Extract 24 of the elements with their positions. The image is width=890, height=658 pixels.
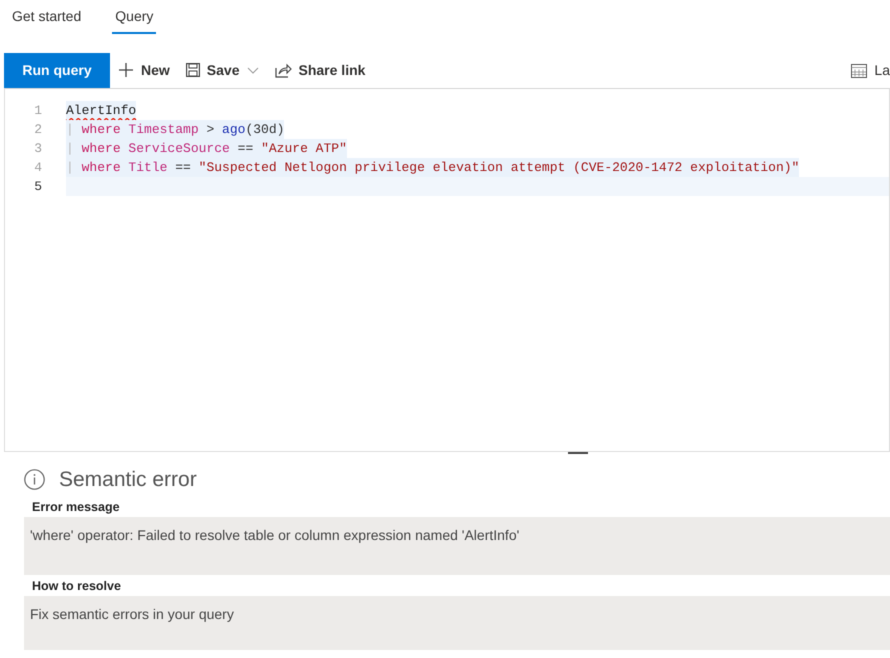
calendar-icon bbox=[851, 62, 868, 78]
message-box: Fix semantic errors in your query bbox=[24, 596, 890, 650]
line-number: 1 bbox=[33, 102, 43, 120]
time-range-button[interactable]: La bbox=[843, 60, 890, 80]
info-icon bbox=[24, 469, 45, 490]
splitter-handle[interactable] bbox=[568, 452, 588, 454]
save-button[interactable]: Save bbox=[178, 60, 266, 80]
tab[interactable]: Query bbox=[112, 4, 156, 34]
error-title: Semantic error bbox=[59, 467, 197, 493]
tab[interactable]: Get started bbox=[12, 4, 82, 34]
line-number: 4 bbox=[33, 159, 43, 177]
line-number: 2 bbox=[33, 121, 43, 139]
line-number: 5 bbox=[33, 178, 43, 196]
run-query-button[interactable]: Run query bbox=[4, 52, 110, 88]
query-editor[interactable]: 1 AlertInfo 2 | where Timestamp > ago(30d) 3 | where ServiceSource == "Azure ATP" 4 | where Title == "Suspected Netlogon privilege elevation attempt (CVE-2020-1472 exploitation)" 5 bbox=[4, 88, 890, 452]
plus-icon bbox=[118, 62, 134, 78]
save-icon bbox=[186, 63, 200, 77]
new-button[interactable]: New bbox=[110, 60, 178, 80]
message-box: 'where' operator: Failed to resolve table or column expression named 'AlertInfo' bbox=[24, 516, 890, 574]
section-label: Error message bbox=[31, 498, 121, 516]
section-label: How to resolve bbox=[31, 578, 122, 594]
share-icon bbox=[274, 62, 292, 78]
line-number: 3 bbox=[33, 140, 43, 158]
share-button[interactable]: Share link bbox=[266, 60, 374, 80]
